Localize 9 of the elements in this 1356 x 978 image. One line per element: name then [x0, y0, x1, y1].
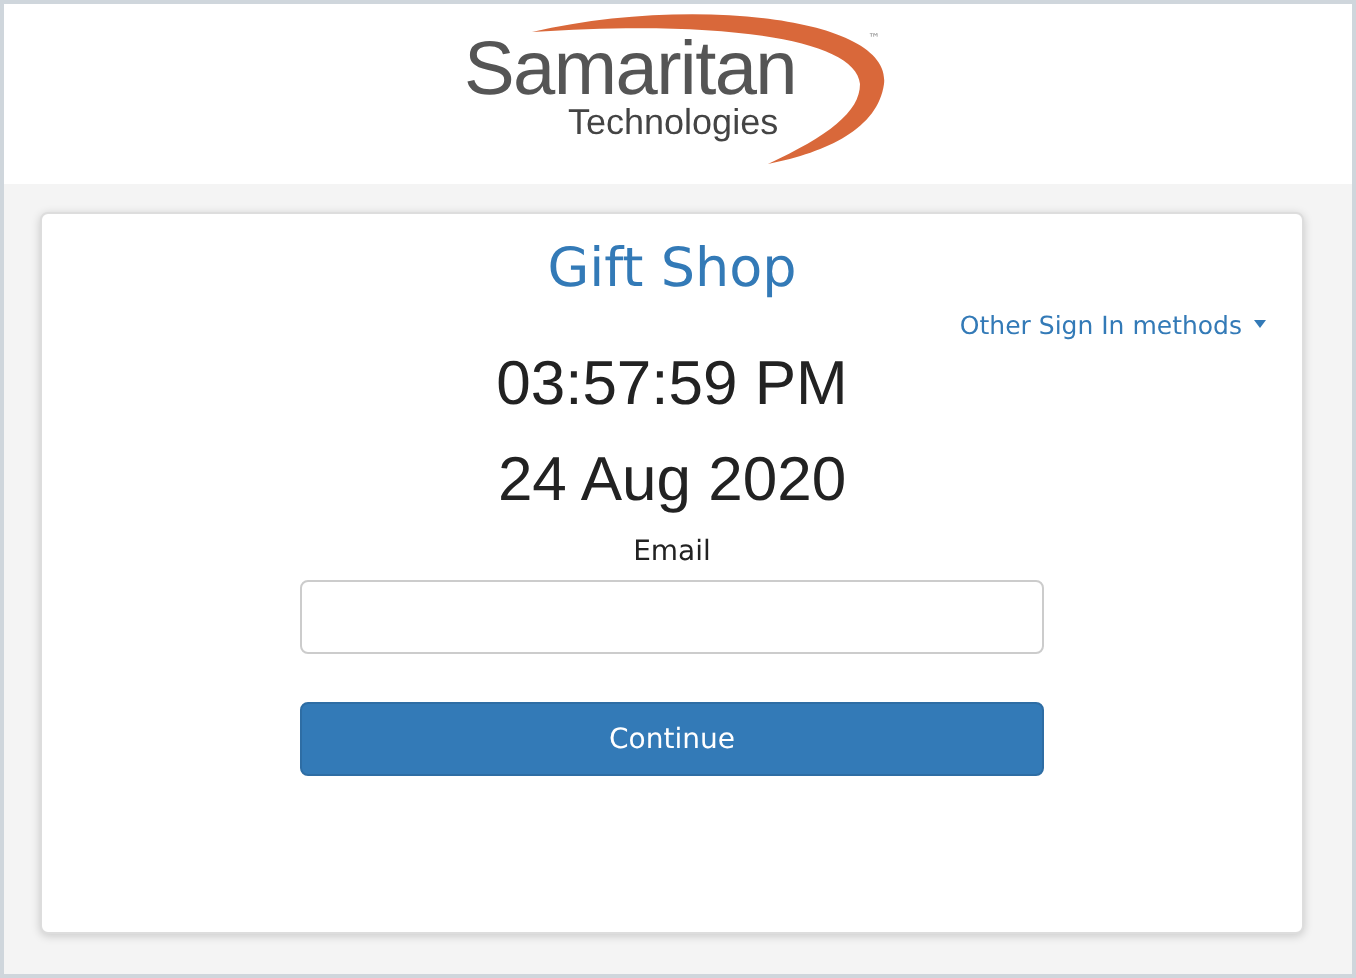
logo-tagline: Technologies	[568, 102, 779, 144]
card-title: Gift Shop	[547, 238, 797, 304]
email-field[interactable]	[300, 580, 1044, 654]
clock-date: 24 Aug 2020	[497, 444, 847, 518]
clock-time: 03:57:59 PM	[496, 348, 848, 422]
caret-icon	[1254, 320, 1266, 328]
sign-in-methods-dropdown[interactable]: Other Sign In methods	[959, 304, 1266, 344]
continue-button[interactable]: Continue	[300, 702, 1044, 776]
email-label: Email	[633, 536, 711, 568]
